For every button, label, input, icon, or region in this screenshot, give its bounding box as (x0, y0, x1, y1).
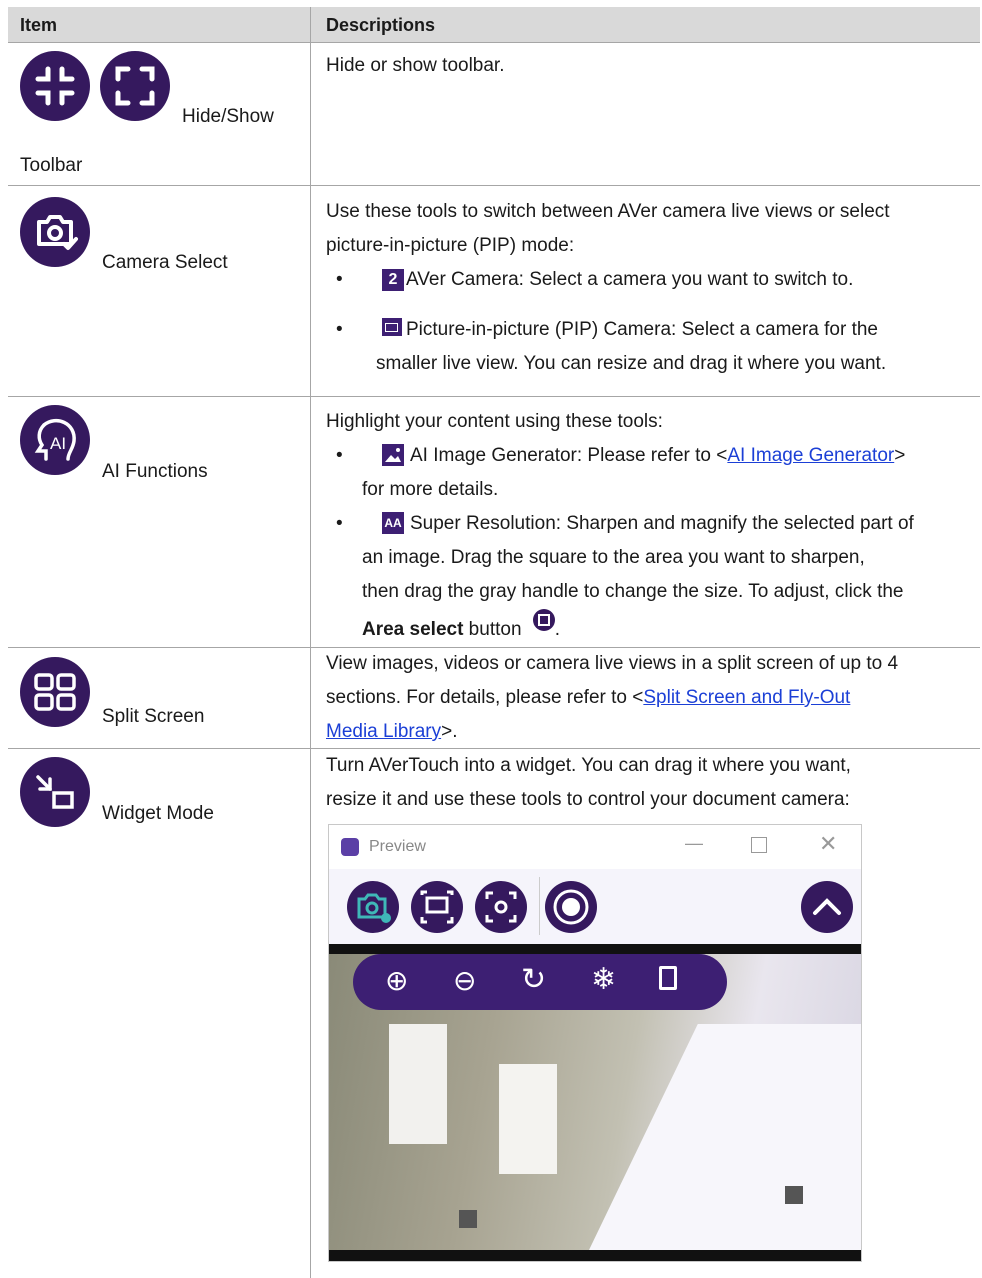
collapse-up-icon[interactable] (801, 881, 853, 933)
preview-window: Preview — ✕ ⊕ ⊖ ↻ ❄ (328, 824, 862, 1262)
zoom-in-icon[interactable]: ⊕ (385, 964, 408, 997)
area-select-icon (532, 609, 555, 631)
row-divider (8, 396, 980, 397)
row-label-ai-functions: AI Functions (102, 461, 208, 482)
svg-text:AI: AI (50, 434, 66, 453)
camera-settings-icon[interactable] (347, 881, 399, 933)
minimize-icon[interactable]: — (685, 833, 703, 854)
widget-mode-icon (20, 757, 90, 827)
collapse-icon (20, 51, 90, 121)
ai-functions-icon: AI (20, 405, 90, 475)
bullet: • (336, 513, 343, 534)
maximize-icon[interactable] (751, 837, 767, 853)
row-label-widget-mode: Widget Mode (102, 803, 214, 824)
row-desc: Highlight your content using these tools… (326, 411, 914, 640)
split-screen-link[interactable]: Split Screen and Fly-Out (643, 687, 850, 708)
row-desc: View images, videos or camera live views… (326, 653, 899, 742)
app-logo-icon (341, 838, 359, 856)
super-resolution-icon: AA (382, 512, 404, 534)
row-divider (8, 185, 980, 186)
expand-icon (100, 51, 170, 121)
floating-toolbar: ⊕ ⊖ ↻ ❄ (353, 954, 727, 1010)
split-screen-icon (20, 657, 90, 727)
bullet: • (336, 269, 343, 290)
camera-live-view: ⊕ ⊖ ↻ ❄ (329, 944, 861, 1261)
qr-code (785, 1186, 803, 1204)
aver-camera-icon: 2 (382, 269, 404, 291)
preview-title: Preview (369, 838, 426, 855)
row-label-camera-select: Camera Select (102, 252, 228, 273)
media-library-link[interactable]: Media Library (326, 721, 441, 742)
header-descriptions: Descriptions (326, 15, 436, 35)
toolbar-divider (539, 877, 540, 935)
camera-select-icon (20, 197, 90, 267)
close-icon[interactable]: ✕ (819, 831, 837, 857)
table-header: Item Descriptions (8, 7, 980, 42)
preview-title-bar: Preview — ✕ (329, 825, 861, 869)
zoom-out-icon[interactable]: ⊖ (453, 964, 476, 997)
document-card (499, 1064, 557, 1174)
row-divider (8, 42, 980, 43)
preview-toolbar (329, 869, 861, 944)
row-label-hide-show: Hide/Show (182, 106, 274, 127)
record-icon[interactable] (545, 881, 597, 933)
qr-code (459, 1210, 477, 1228)
row-desc: Hide or show toolbar. (326, 55, 505, 76)
ai-image-generator-link[interactable]: AI Image Generator (727, 445, 894, 466)
row-label-split-screen: Split Screen (102, 706, 205, 727)
bullet: • (336, 319, 343, 340)
pip-camera-icon (382, 318, 402, 336)
row-desc: Use these tools to switch between AVer c… (326, 201, 890, 374)
header-item: Item (20, 15, 58, 35)
column-divider (310, 7, 311, 1278)
freeze-icon[interactable]: ❄ (591, 962, 616, 997)
screen-capture-icon[interactable] (411, 881, 463, 933)
ai-image-generator-icon (382, 444, 404, 466)
brochure-panel (589, 1024, 861, 1250)
row-desc: Turn AVerTouch into a widget. You can dr… (326, 755, 851, 810)
row-label-toolbar: Toolbar (20, 155, 83, 176)
rotate-frame-icon[interactable] (659, 966, 677, 990)
camera-capture-icon[interactable] (475, 881, 527, 933)
bullet: • (336, 445, 343, 466)
rotate-icon[interactable]: ↻ (521, 962, 546, 997)
document-card (389, 1024, 447, 1144)
